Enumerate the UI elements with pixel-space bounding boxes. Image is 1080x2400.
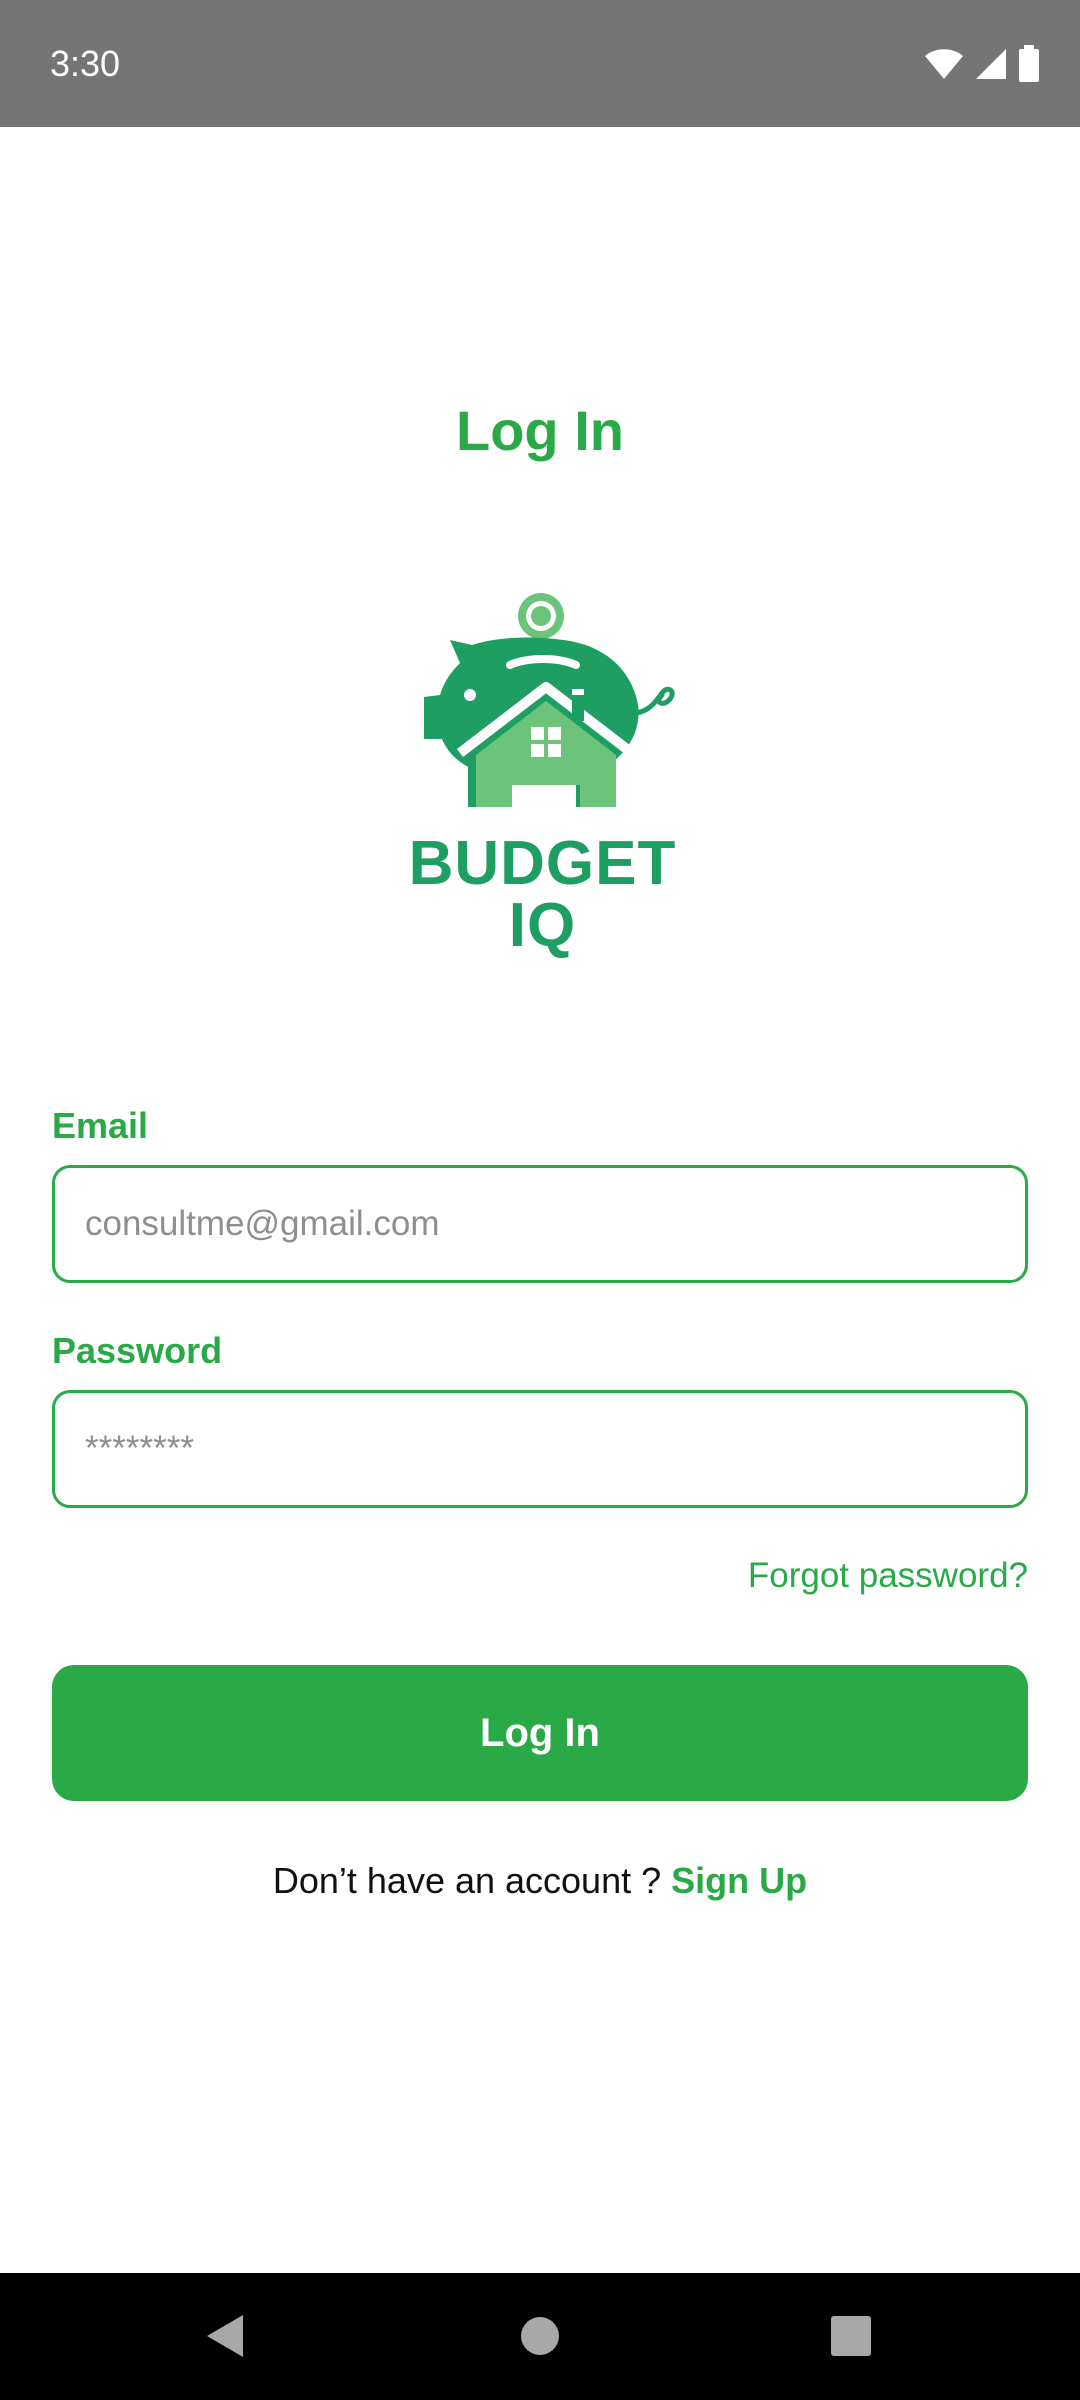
email-label: Email — [52, 1105, 149, 1146]
logo-line-1: BUDGET — [408, 829, 677, 898]
signup-prompt: Don’t have an account ? — [272, 1860, 672, 1901]
email-input[interactable] — [85, 1168, 985, 1280]
status-bar: 3:30 — [0, 0, 1080, 127]
app-logo: BUDGET IQ — [400, 585, 685, 965]
signup-row: Don’t have an account ? Sign Up — [0, 1860, 1080, 1902]
back-button[interactable] — [190, 2303, 260, 2373]
home-button[interactable] — [505, 2303, 575, 2373]
page-title: Log In — [456, 399, 624, 462]
wifi-icon — [924, 47, 964, 81]
status-icons — [924, 44, 1040, 84]
password-label: Password — [52, 1330, 223, 1371]
login-screen: 3:30 Log In BUDGET IQ Email consultme@gm… — [0, 0, 1080, 2400]
signup-link[interactable]: Sign Up — [671, 1860, 807, 1901]
logo-line-2: IQ — [508, 891, 577, 960]
login-button[interactable]: Log In — [52, 1665, 1028, 1801]
system-nav-bar — [0, 2273, 1080, 2400]
piggy-bank-house-icon — [400, 585, 685, 815]
recents-button[interactable] — [816, 2303, 886, 2373]
cellular-signal-icon — [974, 47, 1008, 81]
recents-icon — [830, 2315, 872, 2362]
logo-wordmark: BUDGET IQ — [400, 833, 685, 957]
forgot-password-link[interactable]: Forgot password? — [748, 1555, 1028, 1597]
password-input[interactable] — [85, 1393, 985, 1505]
home-icon — [519, 2315, 561, 2362]
email-field[interactable] — [52, 1165, 1028, 1283]
battery-icon — [1018, 45, 1040, 83]
password-field[interactable] — [52, 1390, 1028, 1508]
status-time: 3:30 — [50, 43, 121, 84]
back-icon — [203, 2312, 247, 2365]
